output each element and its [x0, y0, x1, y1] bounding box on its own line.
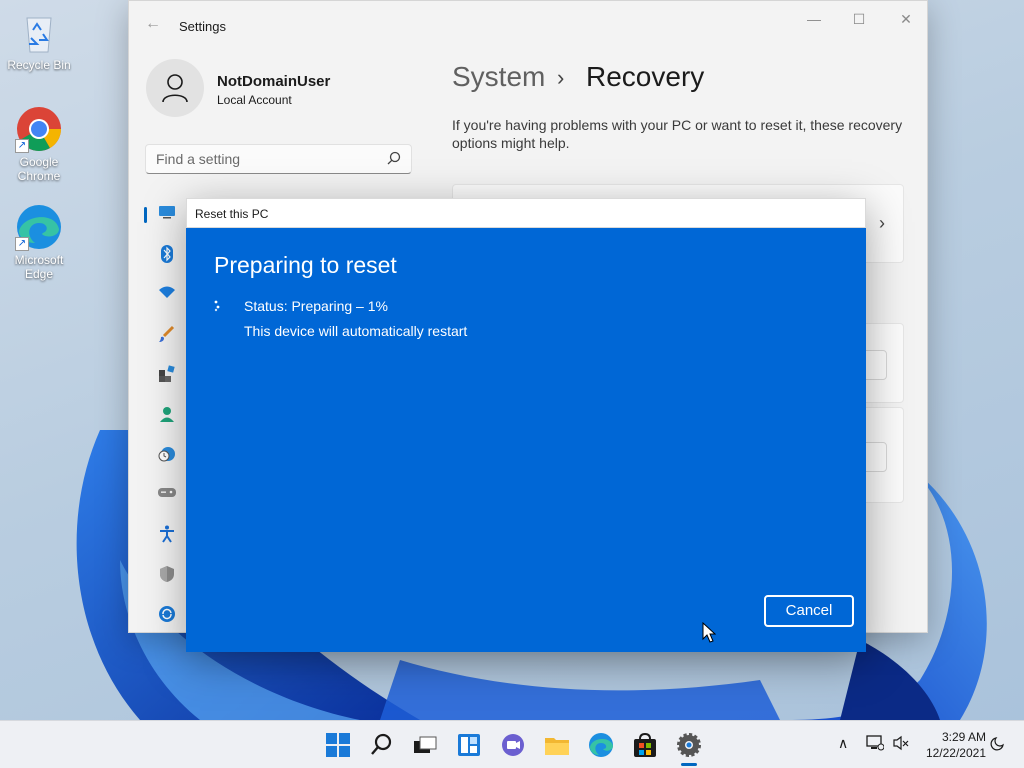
nav-network[interactable] [147, 283, 187, 307]
minimize-icon[interactable]: — [799, 11, 829, 31]
mouse-cursor-icon [702, 622, 716, 643]
window-title: Settings [179, 19, 226, 34]
nav-windows-update[interactable] [147, 603, 187, 627]
windows-update-icon [159, 606, 175, 622]
taskbar: ∧ 3:29 AM 12/22/2021 [0, 720, 1024, 768]
system-icon [159, 206, 175, 219]
breadcrumb-separator: › [557, 65, 565, 90]
reset-dialog: Reset this PC Preparing to reset Status:… [186, 198, 866, 652]
network-icon [159, 286, 175, 298]
shortcut-arrow-icon: ↗ [15, 139, 29, 153]
nav-gaming[interactable] [147, 483, 187, 507]
cancel-button[interactable]: Cancel [764, 595, 854, 627]
search-input[interactable] [146, 145, 366, 173]
store-icon[interactable] [631, 731, 659, 759]
task-view-icon[interactable] [411, 731, 439, 759]
chevron-right-icon: › [879, 213, 885, 233]
clock-date: 12/22/2021 [925, 746, 986, 760]
chat-icon[interactable] [499, 731, 527, 759]
file-explorer-icon[interactable] [543, 731, 571, 759]
time-language-icon [158, 447, 175, 462]
dialog-heading: Preparing to reset [214, 252, 397, 278]
desktop-icon-edge[interactable]: ↗ Microsoft Edge [1, 203, 77, 281]
page-title: Recovery [586, 61, 705, 92]
status-text: Status: Preparing – 1% [244, 298, 388, 314]
edge-icon: ↗ [15, 203, 63, 251]
restart-note: This device will automatically restart [244, 323, 468, 339]
desktop-icon-recycle-bin[interactable]: Recycle Bin [1, 8, 77, 72]
edge-icon[interactable] [587, 731, 615, 759]
nav-accounts[interactable] [147, 403, 187, 427]
progress-spinner-icon [214, 300, 220, 312]
user-icon [162, 74, 188, 103]
show-hidden-icons-chevron[interactable]: ∧ [838, 735, 848, 752]
search-box[interactable] [145, 144, 412, 174]
bluetooth-icon [161, 245, 173, 263]
maximize-icon[interactable]: ☐ [844, 11, 874, 31]
intro-text: If you're having problems with your PC o… [452, 117, 903, 151]
search-icon[interactable] [387, 151, 401, 165]
start-icon[interactable] [324, 731, 352, 759]
avatar[interactable] [146, 59, 204, 117]
clock-time: 3:29 AM [941, 730, 986, 744]
volume-muted-icon[interactable] [892, 735, 910, 751]
nav-privacy-security[interactable] [147, 563, 187, 587]
network-icon[interactable] [866, 735, 884, 751]
nav-system[interactable] [147, 203, 187, 227]
gaming-icon [158, 488, 176, 497]
personalization-icon [159, 325, 175, 342]
apps-icon [159, 365, 175, 382]
dialog-title: Reset this PC [186, 198, 866, 228]
nav-bluetooth[interactable] [147, 243, 187, 267]
nav-apps[interactable] [147, 363, 187, 387]
privacy-security-icon [160, 566, 174, 582]
nav-personalization[interactable] [147, 323, 187, 347]
widgets-icon[interactable] [455, 731, 483, 759]
title-bar: ← Settings — ☐ ✕ [129, 1, 927, 45]
recycle-bin-icon [15, 8, 63, 56]
notifications-icon[interactable] [990, 735, 1006, 751]
nav-time-language[interactable] [147, 443, 187, 467]
clock[interactable]: 3:29 AM 12/22/2021 [918, 729, 986, 761]
chrome-icon: ↗ [15, 105, 63, 153]
desktop-icon-label: Recycle Bin [7, 58, 71, 72]
desktop-icon-label: Google Chrome [17, 155, 61, 183]
dialog-body: Preparing to reset Status: Preparing – 1… [186, 228, 866, 652]
back-arrow-icon[interactable]: ← [145, 15, 161, 33]
breadcrumb-system[interactable]: System [452, 61, 545, 93]
search-icon[interactable] [368, 731, 396, 759]
desktop-icon-chrome[interactable]: ↗ Google Chrome [1, 105, 77, 183]
nav-accessibility[interactable] [147, 523, 187, 547]
account-type: Local Account [217, 93, 292, 107]
settings-icon[interactable] [675, 731, 703, 759]
close-icon[interactable]: ✕ [891, 11, 921, 31]
shortcut-arrow-icon: ↗ [15, 237, 29, 251]
user-name: NotDomainUser [217, 73, 331, 90]
active-app-indicator [681, 763, 697, 766]
accounts-icon [160, 407, 174, 422]
accessibility-icon [160, 525, 174, 543]
desktop-icon-label: Microsoft Edge [14, 253, 64, 281]
